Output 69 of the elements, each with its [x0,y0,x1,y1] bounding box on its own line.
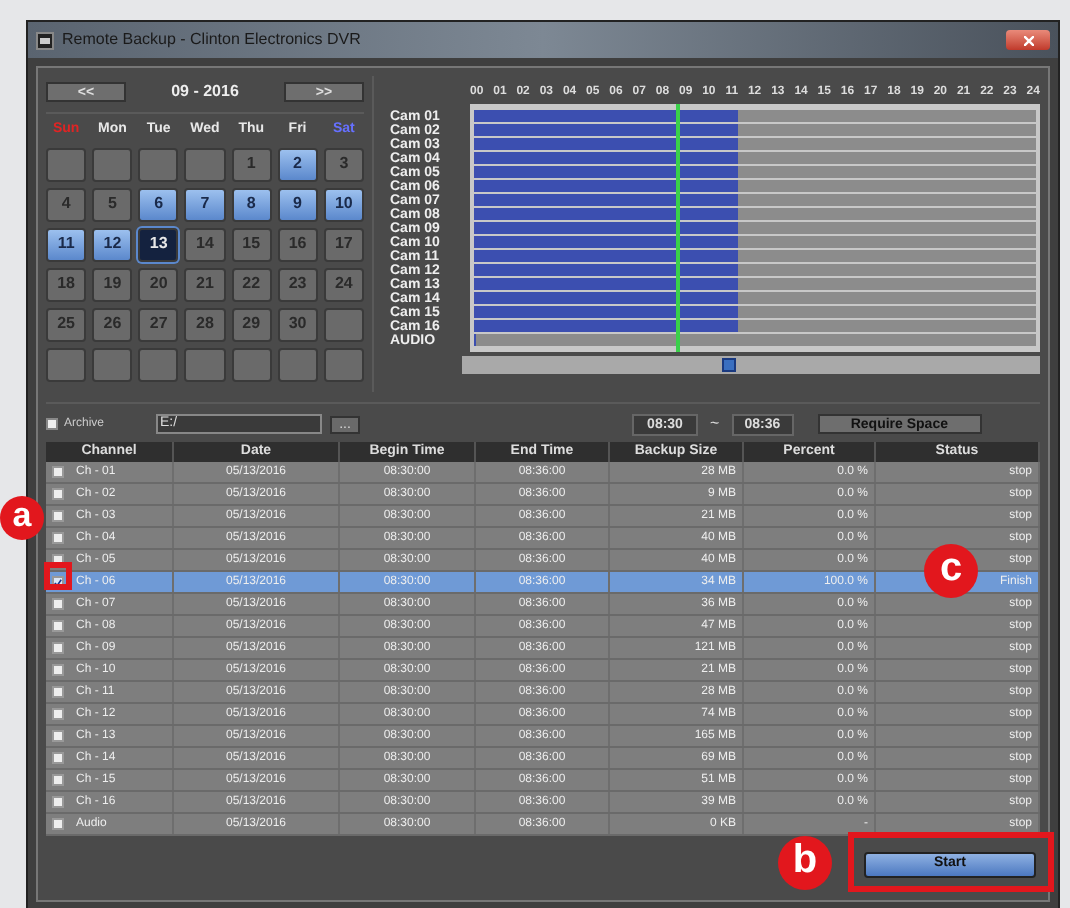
calendar-day[interactable]: 12 [92,227,133,261]
close-icon [1023,35,1033,45]
calendar-cell [138,347,179,381]
callout-marker: a [0,496,44,540]
calendar-cell [277,347,318,381]
calendar-cell [323,307,364,341]
app-icon [36,31,54,49]
calendar-day[interactable]: 11 [46,227,87,261]
calendar-day[interactable]: 28 [184,307,226,341]
calendar-day[interactable]: 27 [138,307,179,341]
calendar-day[interactable]: 20 [138,267,179,301]
window-title: Remote Backup - Clinton Electronics DVR [62,28,361,52]
calendar-day[interactable]: 2 [277,147,318,181]
calendar-day[interactable]: 29 [231,307,272,341]
timeline-scrollbar[interactable] [462,356,1040,374]
row-checkbox[interactable] [52,730,64,742]
calendar-day[interactable]: 18 [46,267,87,301]
calendar-day[interactable]: 26 [92,307,133,341]
calendar-day[interactable]: 7 [184,187,226,221]
row-checkbox[interactable] [52,488,64,500]
close-button[interactable] [1006,30,1050,50]
row-checkbox[interactable] [52,774,64,786]
row-checkbox[interactable] [52,818,64,830]
calendar-day[interactable]: 16 [277,227,318,261]
calendar-day[interactable]: 25 [46,307,87,341]
calendar-day[interactable]: 6 [138,187,179,221]
row-checkbox[interactable] [52,620,64,632]
calendar-day[interactable]: 21 [184,267,226,301]
month-label: 09 - 2016 [171,80,239,104]
calendar-day[interactable]: 17 [323,227,364,261]
highlight-frame [44,562,72,590]
time-cursor[interactable] [675,104,680,352]
row-checkbox[interactable] [52,598,64,610]
row-checkbox[interactable] [52,532,64,544]
calendar-day[interactable]: 5 [92,187,133,221]
calendar-day[interactable]: 8 [231,187,272,221]
calendar-day[interactable]: 22 [231,267,272,301]
calendar-cell [323,347,364,381]
calendar-day[interactable]: 24 [323,267,364,301]
calendar-day[interactable]: 30 [277,307,318,341]
time-separator: ~ [710,412,720,436]
row-checkbox[interactable] [52,752,64,764]
row-checkbox[interactable] [52,510,64,522]
calendar-day[interactable]: 14 [184,227,226,261]
calendar-cell [231,347,272,381]
calendar-cell [184,347,226,381]
calendar-day[interactable]: 23 [277,267,318,301]
row-checkbox[interactable] [52,466,64,478]
archive-checkbox[interactable] [46,418,58,430]
calendar-cell [184,147,226,181]
calendar-cell [138,147,179,181]
calendar-cell [92,147,133,181]
calendar-day[interactable]: 3 [323,147,364,181]
scroll-thumb[interactable] [722,358,737,372]
row-checkbox[interactable] [52,664,64,676]
calendar-cell [46,347,87,381]
row-checkbox[interactable] [52,796,64,808]
calendar-day[interactable]: 13 [138,227,179,261]
calendar-day[interactable]: 9 [277,187,318,221]
calendar-day[interactable]: 1 [231,147,272,181]
calendar-cell [46,147,87,181]
row-checkbox[interactable] [52,642,64,654]
calendar-day[interactable]: 19 [92,267,133,301]
calendar-day[interactable]: 4 [46,187,87,221]
calendar-day[interactable]: 15 [231,227,272,261]
calendar-day[interactable]: 10 [323,187,364,221]
row-checkbox[interactable] [52,686,64,698]
row-checkbox[interactable] [52,708,64,720]
calendar-cell [92,347,133,381]
